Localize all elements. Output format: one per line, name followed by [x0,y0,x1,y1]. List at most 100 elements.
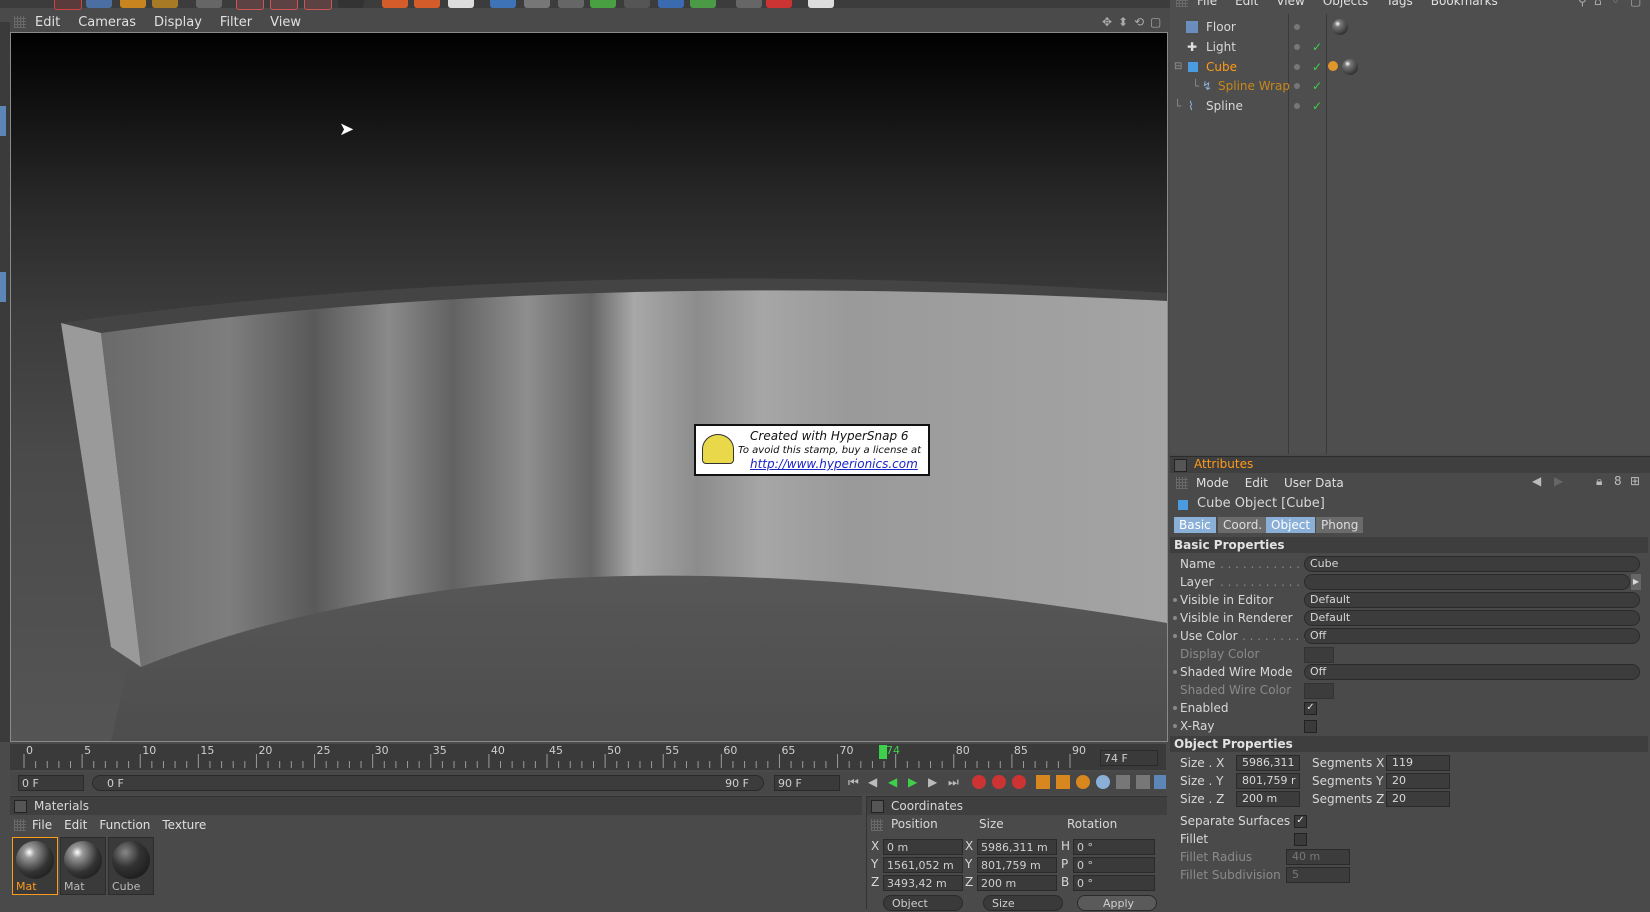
material-swatch-cube[interactable]: Cube [108,837,154,895]
new-window-icon[interactable]: ▢ [1630,0,1641,8]
play-backward-icon[interactable]: ◀ [888,775,897,789]
scene-icon[interactable] [658,0,684,8]
phong-tag-icon[interactable] [1328,61,1338,71]
current-frame-field[interactable]: 74 F [1100,750,1158,766]
shaded-wire-color-swatch[interactable] [1304,683,1334,699]
apply-button[interactable]: Apply [1077,895,1157,911]
objects-menu-objects[interactable]: Objects [1314,0,1377,8]
go-to-start-icon[interactable]: ⏮ [848,775,859,790]
viewport-menu-filter[interactable]: Filter [211,15,261,30]
object-row-cube[interactable]: ⊟ Cube ✓ [1170,57,1650,77]
position-x-field[interactable]: 0 m [883,839,963,855]
collapse-icon[interactable]: ⊟ [1174,57,1182,77]
size-mode-select[interactable]: Size [983,895,1063,911]
coordinate-mode-select[interactable]: Object [883,895,963,911]
size-y-input[interactable]: 801,759 r [1236,773,1300,789]
visible-renderer-select[interactable]: Default [1304,610,1640,626]
palette-tool-highlight[interactable] [0,272,6,302]
rotate-view-icon[interactable]: ⟲ [1134,15,1144,29]
timeline-ruler[interactable]: 0 5 10 15 20 25 30 35 40 45 50 55 60 65 70 74 80 85 90 74 … [10,744,1166,770]
step-forward-icon[interactable]: ▶ [928,775,937,789]
go-to-end-icon[interactable]: ⏭ [948,775,959,790]
size-z-input[interactable]: 200 m [1236,791,1300,807]
objects-menu-bookmarks[interactable]: Bookmarks [1422,0,1507,8]
segments-z-input[interactable]: 20 [1386,791,1450,807]
objects-menu-file[interactable]: File [1188,0,1226,8]
viewport-menu-view[interactable]: View [261,15,310,30]
scale-icon[interactable] [120,0,146,8]
key-position-icon[interactable] [1036,775,1050,789]
panel-close-icon[interactable] [1174,459,1187,472]
layer-field[interactable] [1304,574,1630,590]
render-settings-icon[interactable] [448,0,474,8]
pan-icon[interactable]: ✥ [1102,15,1112,29]
render-picture-icon[interactable] [414,0,440,8]
viewport-menu-edit[interactable]: Edit [26,15,69,30]
enabled-check-icon[interactable]: ✓ [1312,57,1322,77]
anim-dot-icon[interactable] [1173,634,1177,638]
objects-menu-tags[interactable]: Tags [1377,0,1422,8]
live-select-icon[interactable] [86,0,112,8]
key-scale-icon[interactable] [1056,775,1070,789]
objects-menu-edit[interactable]: Edit [1226,0,1267,8]
tab-phong[interactable]: Phong [1316,517,1364,533]
object-row-light[interactable]: ✚ Light ✓ [1170,37,1650,57]
attributes-menu-mode[interactable]: Mode [1188,476,1237,490]
viewport-menu-display[interactable]: Display [145,15,211,30]
enabled-check-icon[interactable]: ✓ [1312,96,1322,116]
fcurve-icon[interactable] [1136,775,1150,789]
panel-close-icon[interactable] [871,800,884,813]
object-row-floor[interactable]: Floor [1170,17,1650,37]
size-z-field[interactable]: 200 m [977,875,1057,891]
lock-icon[interactable]: 🔒︎ [1596,474,1602,489]
new-window-icon[interactable]: ⊞ [1630,474,1640,488]
material-tag-icon[interactable] [1332,19,1348,35]
x-axis-icon[interactable] [236,0,264,10]
anim-dot-icon[interactable] [1173,724,1177,728]
help-icon[interactable] [808,0,834,8]
coordinate-system-icon[interactable] [338,0,364,8]
stamp-link[interactable]: http://www.hyperionics.com [750,457,918,471]
rotation-b-field[interactable]: 0 ° [1073,875,1155,891]
deformer-icon[interactable] [624,0,650,8]
material-swatch-mat-2[interactable]: Mat [60,837,106,895]
autokey-icon[interactable] [992,775,1006,789]
forward-arrow-icon[interactable]: ▶ [1554,474,1563,488]
enabled-check-icon[interactable]: ✓ [1312,76,1322,96]
use-color-select[interactable]: Off [1304,628,1640,644]
fillet-subdivision-input[interactable]: 5 [1286,867,1350,883]
objects-menu-view[interactable]: View [1267,0,1313,8]
spline-pen-icon[interactable] [524,0,550,8]
link-icon[interactable]: 8 [1614,474,1622,488]
anim-dot-icon[interactable] [1173,616,1177,620]
key-param-icon[interactable] [1096,775,1110,789]
attributes-menu-userdata[interactable]: User Data [1276,476,1352,490]
tab-basic[interactable]: Basic [1174,517,1216,533]
rotation-h-field[interactable]: 0 ° [1073,839,1155,855]
keyframe-help-icon[interactable] [1012,775,1026,789]
material-tag-icon[interactable] [1342,59,1358,75]
range-slider[interactable]: 0 F 90 F [92,775,764,791]
attributes-menu-edit[interactable]: Edit [1237,476,1276,490]
light-icon[interactable] [736,0,762,8]
enabled-check-icon[interactable]: ✓ [1312,37,1322,57]
anim-dot-icon[interactable] [1173,670,1177,674]
enabled-checkbox[interactable]: ✓ [1304,702,1317,715]
array-icon[interactable] [590,0,616,8]
xray-checkbox[interactable] [1304,720,1317,733]
size-y-field[interactable]: 801,759 m [977,857,1057,873]
primitive-cube-icon[interactable] [490,0,516,8]
segments-y-input[interactable]: 20 [1386,773,1450,789]
rotation-p-field[interactable]: 0 ° [1073,857,1155,873]
size-x-input[interactable]: 5986,311 [1236,755,1300,771]
object-row-spline-wrap[interactable]: └ ↯ Spline Wrap ✓ [1170,76,1650,96]
tab-object[interactable]: Object [1266,517,1316,533]
back-arrow-icon[interactable]: ◀ [1532,474,1541,488]
editor-visibility-dot[interactable] [1294,103,1300,109]
lock-icon[interactable]: ◦ [1612,0,1619,8]
move-icon[interactable] [196,0,222,8]
size-x-field[interactable]: 5986,311 m [977,839,1057,855]
name-input[interactable]: Cube [1304,556,1640,572]
nurbs-icon[interactable] [558,0,584,8]
undo-icon[interactable] [54,0,82,10]
